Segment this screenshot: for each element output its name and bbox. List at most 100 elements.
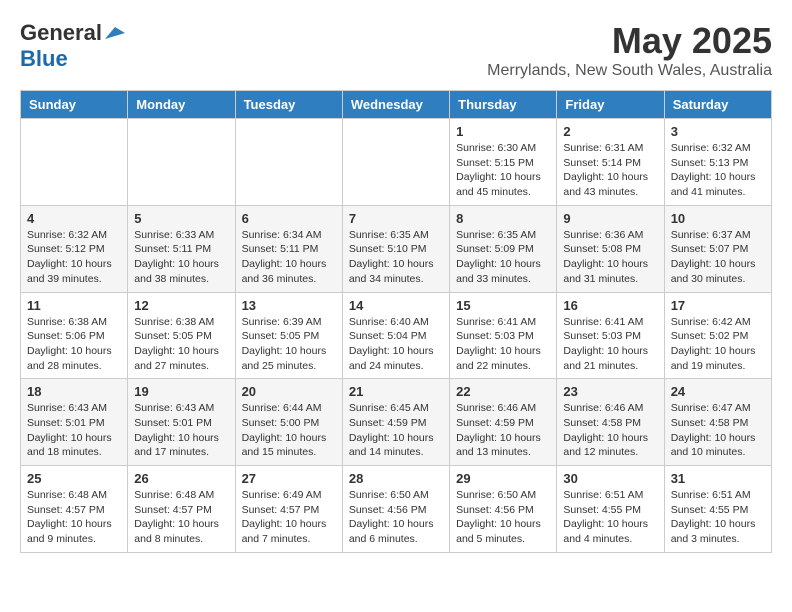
day-info: Sunrise: 6:46 AMSunset: 4:59 PMDaylight:… xyxy=(456,401,550,460)
weekday-header-monday: Monday xyxy=(128,91,235,119)
day-info: Sunrise: 6:30 AMSunset: 5:15 PMDaylight:… xyxy=(456,141,550,200)
calendar-cell xyxy=(342,119,449,206)
weekday-header-friday: Friday xyxy=(557,91,664,119)
day-number: 1 xyxy=(456,124,550,139)
calendar-week-row: 4 Sunrise: 6:32 AMSunset: 5:12 PMDaylight… xyxy=(21,205,772,292)
day-number: 12 xyxy=(134,298,228,313)
day-number: 6 xyxy=(242,211,336,226)
day-info: Sunrise: 6:38 AMSunset: 5:05 PMDaylight:… xyxy=(134,315,228,374)
day-number: 15 xyxy=(456,298,550,313)
day-number: 19 xyxy=(134,384,228,399)
day-number: 7 xyxy=(349,211,443,226)
day-number: 27 xyxy=(242,471,336,486)
day-info: Sunrise: 6:46 AMSunset: 4:58 PMDaylight:… xyxy=(563,401,657,460)
calendar-cell: 21 Sunrise: 6:45 AMSunset: 4:59 PMDayligh… xyxy=(342,379,449,466)
day-number: 2 xyxy=(563,124,657,139)
logo-icon xyxy=(103,25,125,41)
day-number: 28 xyxy=(349,471,443,486)
day-number: 13 xyxy=(242,298,336,313)
title-section: May 2025 Merrylands, New South Wales, Au… xyxy=(487,20,772,80)
day-number: 8 xyxy=(456,211,550,226)
calendar-cell: 18 Sunrise: 6:43 AMSunset: 5:01 PMDayligh… xyxy=(21,379,128,466)
calendar-cell: 23 Sunrise: 6:46 AMSunset: 4:58 PMDayligh… xyxy=(557,379,664,466)
calendar-cell: 15 Sunrise: 6:41 AMSunset: 5:03 PMDayligh… xyxy=(450,292,557,379)
day-number: 10 xyxy=(671,211,765,226)
day-info: Sunrise: 6:48 AMSunset: 4:57 PMDaylight:… xyxy=(27,488,121,547)
calendar-cell: 27Sunrise: 6:49 AMSunset: 4:57 PMDayligh… xyxy=(235,466,342,553)
day-number: 22 xyxy=(456,384,550,399)
day-info: Sunrise: 6:45 AMSunset: 4:59 PMDaylight:… xyxy=(349,401,443,460)
calendar-cell: 24Sunrise: 6:47 AMSunset: 4:58 PMDayligh… xyxy=(664,379,771,466)
calendar-cell: 1 Sunrise: 6:30 AMSunset: 5:15 PMDaylight… xyxy=(450,119,557,206)
day-number: 3 xyxy=(671,124,765,139)
day-info: Sunrise: 6:38 AMSunset: 5:06 PMDaylight:… xyxy=(27,315,121,374)
calendar-week-row: 18 Sunrise: 6:43 AMSunset: 5:01 PMDayligh… xyxy=(21,379,772,466)
weekday-header-wednesday: Wednesday xyxy=(342,91,449,119)
day-info: Sunrise: 6:36 AMSunset: 5:08 PMDaylight:… xyxy=(563,228,657,287)
calendar-week-row: 11 Sunrise: 6:38 AMSunset: 5:06 PMDayligh… xyxy=(21,292,772,379)
calendar-cell: 8 Sunrise: 6:35 AMSunset: 5:09 PMDaylight… xyxy=(450,205,557,292)
calendar-cell: 5Sunrise: 6:33 AMSunset: 5:11 PMDaylight… xyxy=(128,205,235,292)
calendar-cell: 13Sunrise: 6:39 AMSunset: 5:05 PMDayligh… xyxy=(235,292,342,379)
calendar-cell: 12 Sunrise: 6:38 AMSunset: 5:05 PMDayligh… xyxy=(128,292,235,379)
day-number: 23 xyxy=(563,384,657,399)
day-info: Sunrise: 6:42 AMSunset: 5:02 PMDaylight:… xyxy=(671,315,765,374)
weekday-header-thursday: Thursday xyxy=(450,91,557,119)
logo: General Blue xyxy=(20,20,126,72)
day-info: Sunrise: 6:37 AMSunset: 5:07 PMDaylight:… xyxy=(671,228,765,287)
calendar-cell: 30 Sunrise: 6:51 AMSunset: 4:55 PMDayligh… xyxy=(557,466,664,553)
calendar-cell: 26 Sunrise: 6:48 AMSunset: 4:57 PMDayligh… xyxy=(128,466,235,553)
calendar-cell: 3 Sunrise: 6:32 AMSunset: 5:13 PMDaylight… xyxy=(664,119,771,206)
calendar-week-row: 1 Sunrise: 6:30 AMSunset: 5:15 PMDaylight… xyxy=(21,119,772,206)
calendar-cell: 9 Sunrise: 6:36 AMSunset: 5:08 PMDaylight… xyxy=(557,205,664,292)
day-number: 11 xyxy=(27,298,121,313)
calendar-header-row: SundayMondayTuesdayWednesdayThursdayFrid… xyxy=(21,91,772,119)
day-info: Sunrise: 6:50 AMSunset: 4:56 PMDaylight:… xyxy=(456,488,550,547)
calendar-cell: 29Sunrise: 6:50 AMSunset: 4:56 PMDayligh… xyxy=(450,466,557,553)
calendar-cell: 10 Sunrise: 6:37 AMSunset: 5:07 PMDayligh… xyxy=(664,205,771,292)
calendar-cell: 11 Sunrise: 6:38 AMSunset: 5:06 PMDayligh… xyxy=(21,292,128,379)
day-number: 18 xyxy=(27,384,121,399)
day-info: Sunrise: 6:51 AMSunset: 4:55 PMDaylight:… xyxy=(563,488,657,547)
calendar-cell: 20Sunrise: 6:44 AMSunset: 5:00 PMDayligh… xyxy=(235,379,342,466)
logo-general: General xyxy=(20,20,102,46)
day-number: 5 xyxy=(134,211,228,226)
day-number: 26 xyxy=(134,471,228,486)
day-number: 4 xyxy=(27,211,121,226)
day-info: Sunrise: 6:32 AMSunset: 5:12 PMDaylight:… xyxy=(27,228,121,287)
calendar-cell: 22 Sunrise: 6:46 AMSunset: 4:59 PMDayligh… xyxy=(450,379,557,466)
weekday-header-sunday: Sunday xyxy=(21,91,128,119)
day-info: Sunrise: 6:35 AMSunset: 5:10 PMDaylight:… xyxy=(349,228,443,287)
day-number: 31 xyxy=(671,471,765,486)
calendar-cell: 19Sunrise: 6:43 AMSunset: 5:01 PMDayligh… xyxy=(128,379,235,466)
calendar-cell: 14Sunrise: 6:40 AMSunset: 5:04 PMDayligh… xyxy=(342,292,449,379)
calendar-cell: 28Sunrise: 6:50 AMSunset: 4:56 PMDayligh… xyxy=(342,466,449,553)
day-info: Sunrise: 6:43 AMSunset: 5:01 PMDaylight:… xyxy=(27,401,121,460)
weekday-header-tuesday: Tuesday xyxy=(235,91,342,119)
calendar-cell: 4 Sunrise: 6:32 AMSunset: 5:12 PMDaylight… xyxy=(21,205,128,292)
calendar-table: SundayMondayTuesdayWednesdayThursdayFrid… xyxy=(20,90,772,553)
day-info: Sunrise: 6:51 AMSunset: 4:55 PMDaylight:… xyxy=(671,488,765,547)
day-number: 17 xyxy=(671,298,765,313)
day-info: Sunrise: 6:47 AMSunset: 4:58 PMDaylight:… xyxy=(671,401,765,460)
day-number: 9 xyxy=(563,211,657,226)
calendar-cell: 16 Sunrise: 6:41 AMSunset: 5:03 PMDayligh… xyxy=(557,292,664,379)
day-info: Sunrise: 6:41 AMSunset: 5:03 PMDaylight:… xyxy=(563,315,657,374)
calendar-cell: 17 Sunrise: 6:42 AMSunset: 5:02 PMDayligh… xyxy=(664,292,771,379)
calendar-cell xyxy=(235,119,342,206)
month-title: May 2025 xyxy=(487,20,772,62)
day-number: 14 xyxy=(349,298,443,313)
day-number: 21 xyxy=(349,384,443,399)
day-number: 20 xyxy=(242,384,336,399)
day-number: 30 xyxy=(563,471,657,486)
day-info: Sunrise: 6:48 AMSunset: 4:57 PMDaylight:… xyxy=(134,488,228,547)
calendar-cell: 7 Sunrise: 6:35 AMSunset: 5:10 PMDaylight… xyxy=(342,205,449,292)
calendar-cell xyxy=(21,119,128,206)
location-title: Merrylands, New South Wales, Australia xyxy=(487,62,772,80)
calendar-week-row: 25Sunrise: 6:48 AMSunset: 4:57 PMDayligh… xyxy=(21,466,772,553)
day-info: Sunrise: 6:35 AMSunset: 5:09 PMDaylight:… xyxy=(456,228,550,287)
day-info: Sunrise: 6:41 AMSunset: 5:03 PMDaylight:… xyxy=(456,315,550,374)
calendar-cell: 6Sunrise: 6:34 AMSunset: 5:11 PMDaylight… xyxy=(235,205,342,292)
day-number: 16 xyxy=(563,298,657,313)
day-info: Sunrise: 6:32 AMSunset: 5:13 PMDaylight:… xyxy=(671,141,765,200)
